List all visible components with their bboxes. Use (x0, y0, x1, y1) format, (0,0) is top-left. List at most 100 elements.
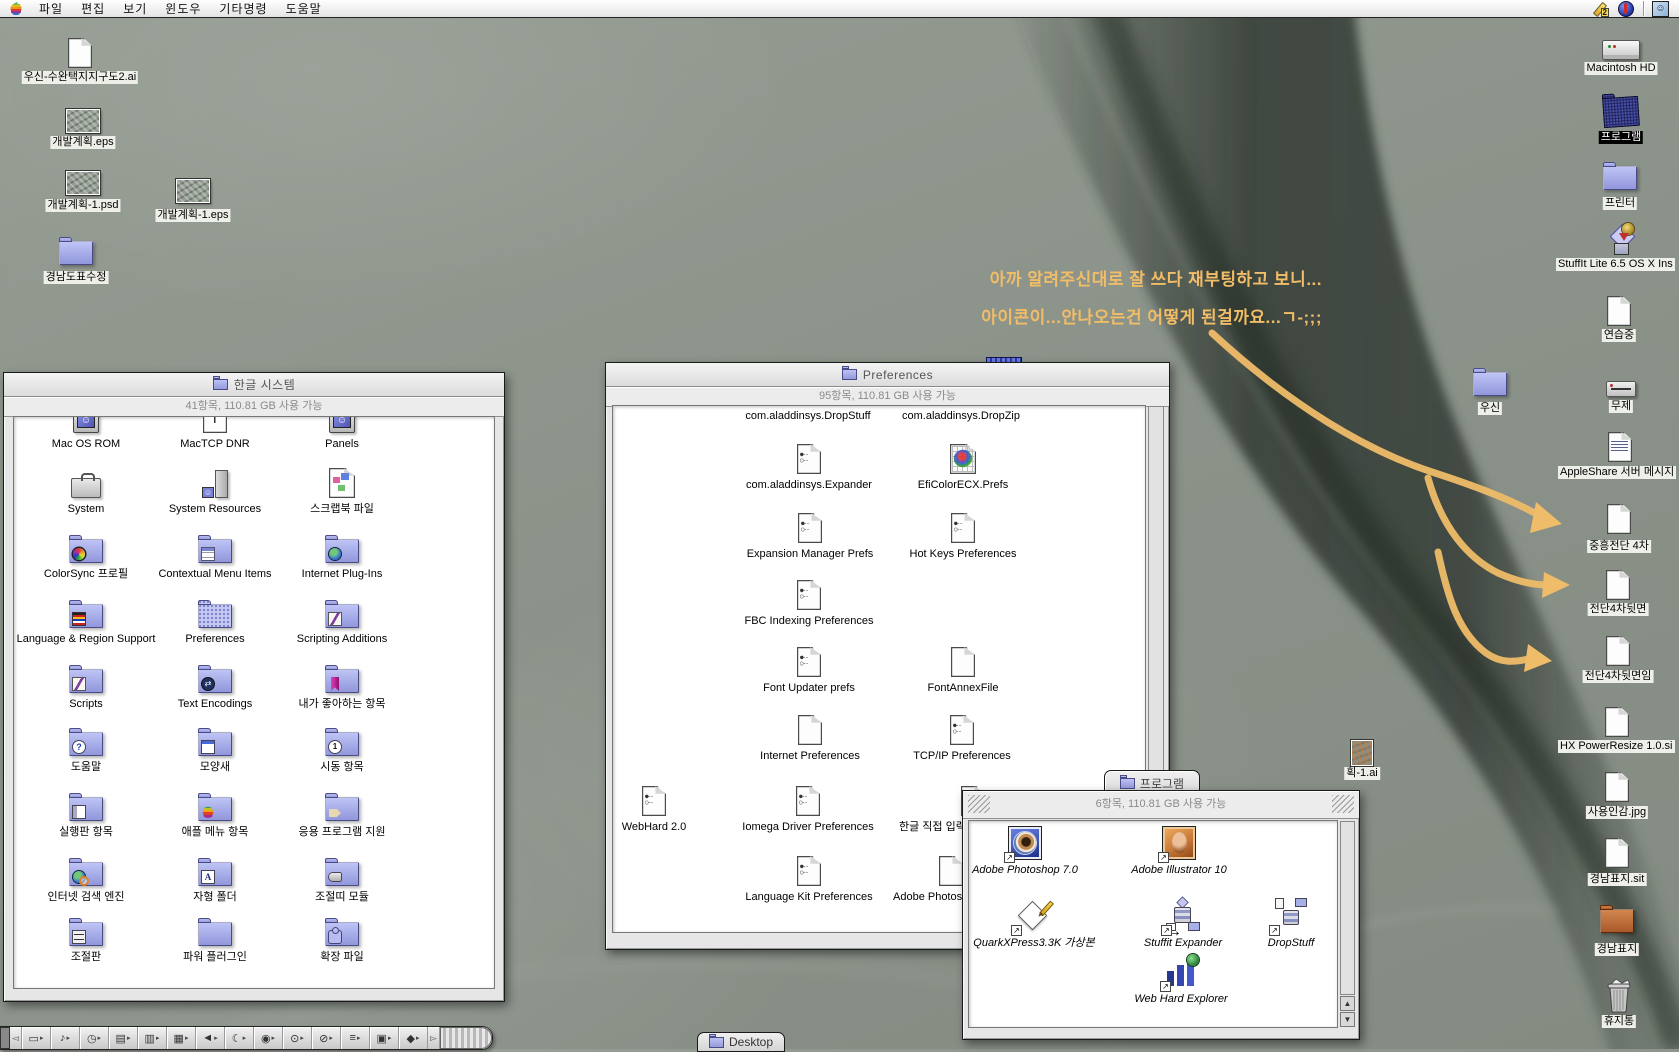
internet-plug-ins-icon[interactable] (325, 539, 359, 563)
인터넷-검색-엔진-label[interactable]: 인터넷 검색 엔진 (48, 891, 125, 904)
전단4차뒷면임-icon[interactable] (1606, 636, 1630, 666)
control-strip-module-printer[interactable]: ▣▸ (370, 1027, 399, 1049)
조절판-icon[interactable] (69, 922, 103, 946)
control-strip-module-color-depth[interactable]: ▥▸ (138, 1027, 167, 1049)
stuffit-expander-icon[interactable]: ↔↗ (1166, 898, 1200, 932)
macintosh-hd-icon[interactable] (1602, 40, 1640, 60)
stuffit-lite-6-5-os-x-ins-label[interactable]: StuffIt Lite 6.5 OS X Ins (1556, 258, 1675, 271)
응용-프로그램-지원-label[interactable]: 응용 프로그램 지원 (298, 826, 385, 839)
fontannexfile-label[interactable]: FontAnnexFile (928, 682, 999, 695)
font-updater-prefs-icon[interactable]: ●-- ○-- (797, 647, 821, 677)
window-grip-left[interactable] (968, 795, 990, 813)
mactcp-dnr-icon[interactable] (203, 417, 227, 433)
도움말-icon[interactable]: ? (69, 732, 103, 756)
획-1-ai-label[interactable]: 획-1.ai (1344, 767, 1380, 780)
내가-좋아하는-항목-label[interactable]: 내가 좋아하는 항목 (298, 698, 385, 711)
iomega-driver-preferences-icon[interactable]: ●-- ○-- (796, 786, 820, 816)
애플-메뉴-항목-icon[interactable] (198, 797, 232, 821)
개발계획-1-eps-icon[interactable] (176, 179, 210, 203)
조절판-label[interactable]: 조절판 (71, 951, 101, 964)
contextual-menu-items-icon[interactable] (198, 539, 232, 563)
control-strip-module-volume[interactable]: ◄▸ (196, 1027, 225, 1049)
경남표지-icon[interactable] (1600, 909, 1634, 933)
파워-플러그인-icon[interactable] (198, 922, 232, 946)
window-grip-right[interactable] (1332, 795, 1354, 813)
mac-os-rom-icon[interactable]: ☺ (73, 417, 99, 433)
internet-preferences-label[interactable]: Internet Preferences (760, 750, 860, 763)
macintosh-hd-label[interactable]: Macintosh HD (1584, 62, 1657, 75)
우신-수완택지지구도2-ai-label[interactable]: 우신-수완택지지구도2.ai (22, 71, 138, 84)
mac-os-rom-label[interactable]: Mac OS ROM (52, 438, 120, 451)
adobe-illustrator-10-icon[interactable]: ↗ (1163, 827, 1195, 859)
com-aladdinsys-expander-label[interactable]: com.aladdinsys.Expander (746, 479, 872, 492)
language-kit-preferences-icon[interactable]: ●-- ○-- (797, 856, 821, 886)
menu-item-2[interactable]: 편집 (72, 2, 114, 16)
control-strip-module-clipboard[interactable]: ▤▸ (109, 1027, 138, 1049)
control-strip-module-timer[interactable]: ◷▸ (80, 1027, 109, 1049)
window-title-bar[interactable]: Preferences (606, 363, 1169, 387)
사용인감-jpg-icon[interactable] (1605, 772, 1629, 802)
실행판-항목-label[interactable]: 실행판 항목 (59, 826, 113, 839)
adobe-photoshop-7-0-label[interactable]: Adobe Photoshop 7.0 (972, 864, 1078, 877)
fontannexfile-icon[interactable] (951, 647, 975, 677)
apple-menu-icon[interactable] (10, 2, 22, 15)
control-strip-module-resolution[interactable]: ▦▸ (167, 1027, 196, 1049)
window-program[interactable]: 6항목, 110.81 GB 사용 가능 ↗Adobe Photoshop 7.… (962, 790, 1360, 1040)
사용인감-jpg-label[interactable]: 사용인감.jpg (1586, 806, 1648, 819)
control-strip-collapse-tab[interactable] (440, 1027, 492, 1049)
webhard-2-0-icon[interactable]: ●-- ○-- (642, 786, 666, 816)
획-1-ai-icon[interactable] (1351, 740, 1373, 766)
web-hard-explorer-label[interactable]: Web Hard Explorer (1134, 993, 1227, 1006)
경남표지-sit-icon[interactable] (1605, 838, 1629, 868)
window-hangul-system[interactable]: 한글 시스템 41항목, 110.81 GB 사용 가능 ☺Mac OS ROM… (3, 372, 505, 1002)
preferences-icon[interactable] (198, 604, 232, 628)
dropstuff-label[interactable]: DropStuff (1268, 937, 1314, 950)
text-encodings-label[interactable]: Text Encodings (178, 698, 253, 711)
control-strip-module-sound-source[interactable]: ♪▸ (51, 1027, 80, 1049)
경남도표수정-label[interactable]: 경남도표수정 (44, 271, 109, 284)
전단4차뒷면-label[interactable]: 전단4차뒷면 (1588, 603, 1649, 616)
menu-item-4[interactable]: 윈도우 (156, 2, 210, 16)
adobe-photos-icon[interactable] (939, 856, 963, 886)
프로그램-icon[interactable] (1602, 96, 1640, 128)
스크랩북-파일-label[interactable]: 스크랩북 파일 (310, 503, 374, 516)
자형-폴더-label[interactable]: 자형 폴더 (193, 891, 237, 904)
scroll-down-arrow[interactable]: ▼ (1340, 1012, 1355, 1027)
panels-icon[interactable]: ☺ (329, 417, 355, 433)
control-strip[interactable]: ◅ ▭▸♪▸◷▸▤▸▥▸▦▸◄▸☾▸◉▸⊙▸⊘▸≡▸▣▸◆▸ ▻ (0, 1026, 493, 1050)
프린터-label[interactable]: 프린터 (1603, 197, 1637, 210)
adobe-photos-label[interactable]: Adobe Photos (893, 891, 962, 904)
조절띠-모듈-label[interactable]: 조절띠 모듈 (315, 891, 369, 904)
preferences-label[interactable]: Preferences (185, 633, 244, 646)
tcp-ip-preferences-label[interactable]: TCP/IP Preferences (913, 750, 1011, 763)
우신-label[interactable]: 우신 (1478, 402, 1502, 415)
system-label[interactable]: System (68, 503, 105, 516)
응용-프로그램-지원-icon[interactable] (325, 797, 359, 821)
stuffit-lite-6-5-os-x-ins-icon[interactable] (1605, 223, 1639, 255)
개발계획-1-psd-label[interactable]: 개발계획-1.psd (45, 199, 120, 212)
시동-항목-label[interactable]: 시동 항목 (320, 761, 364, 774)
fbc-indexing-preferences-label[interactable]: FBC Indexing Preferences (744, 615, 873, 628)
우신-수완택지지구도2-ai-icon[interactable] (68, 38, 92, 68)
adobe-photoshop-7-0-icon[interactable]: ↗ (1009, 827, 1041, 859)
내가-좋아하는-항목-icon[interactable] (325, 669, 359, 693)
system-icon[interactable] (71, 478, 101, 498)
휴지통-label[interactable]: 휴지통 (1602, 1015, 1636, 1028)
text-encodings-icon[interactable]: ⇄ (198, 669, 232, 693)
개발계획-eps-icon[interactable] (66, 109, 100, 133)
menu-item-1[interactable]: 파일 (30, 2, 72, 16)
연습중-icon[interactable] (1607, 296, 1631, 326)
eficolorecx-prefs-label[interactable]: EfiColorECX.Prefs (918, 479, 1008, 492)
경남도표수정-icon[interactable] (59, 241, 93, 265)
프린터-icon[interactable] (1603, 166, 1637, 190)
eficolorecx-prefs-icon[interactable] (950, 444, 976, 474)
도움말-label[interactable]: 도움말 (71, 761, 101, 774)
menu-item-3[interactable]: 보기 (114, 2, 156, 16)
개발계획-1-psd-icon[interactable] (66, 171, 100, 195)
system-resources-icon[interactable]: ☺ (202, 470, 228, 498)
hx-powerresize-1-0-si-icon[interactable] (1605, 707, 1629, 737)
프로그램-label[interactable]: 프로그램 (1599, 131, 1643, 144)
애플-메뉴-항목-label[interactable]: 애플 메뉴 항목 (182, 826, 249, 839)
개발계획-1-eps-label[interactable]: 개발계획-1.eps (155, 209, 230, 222)
확장-파일-label[interactable]: 확장 파일 (320, 951, 364, 964)
